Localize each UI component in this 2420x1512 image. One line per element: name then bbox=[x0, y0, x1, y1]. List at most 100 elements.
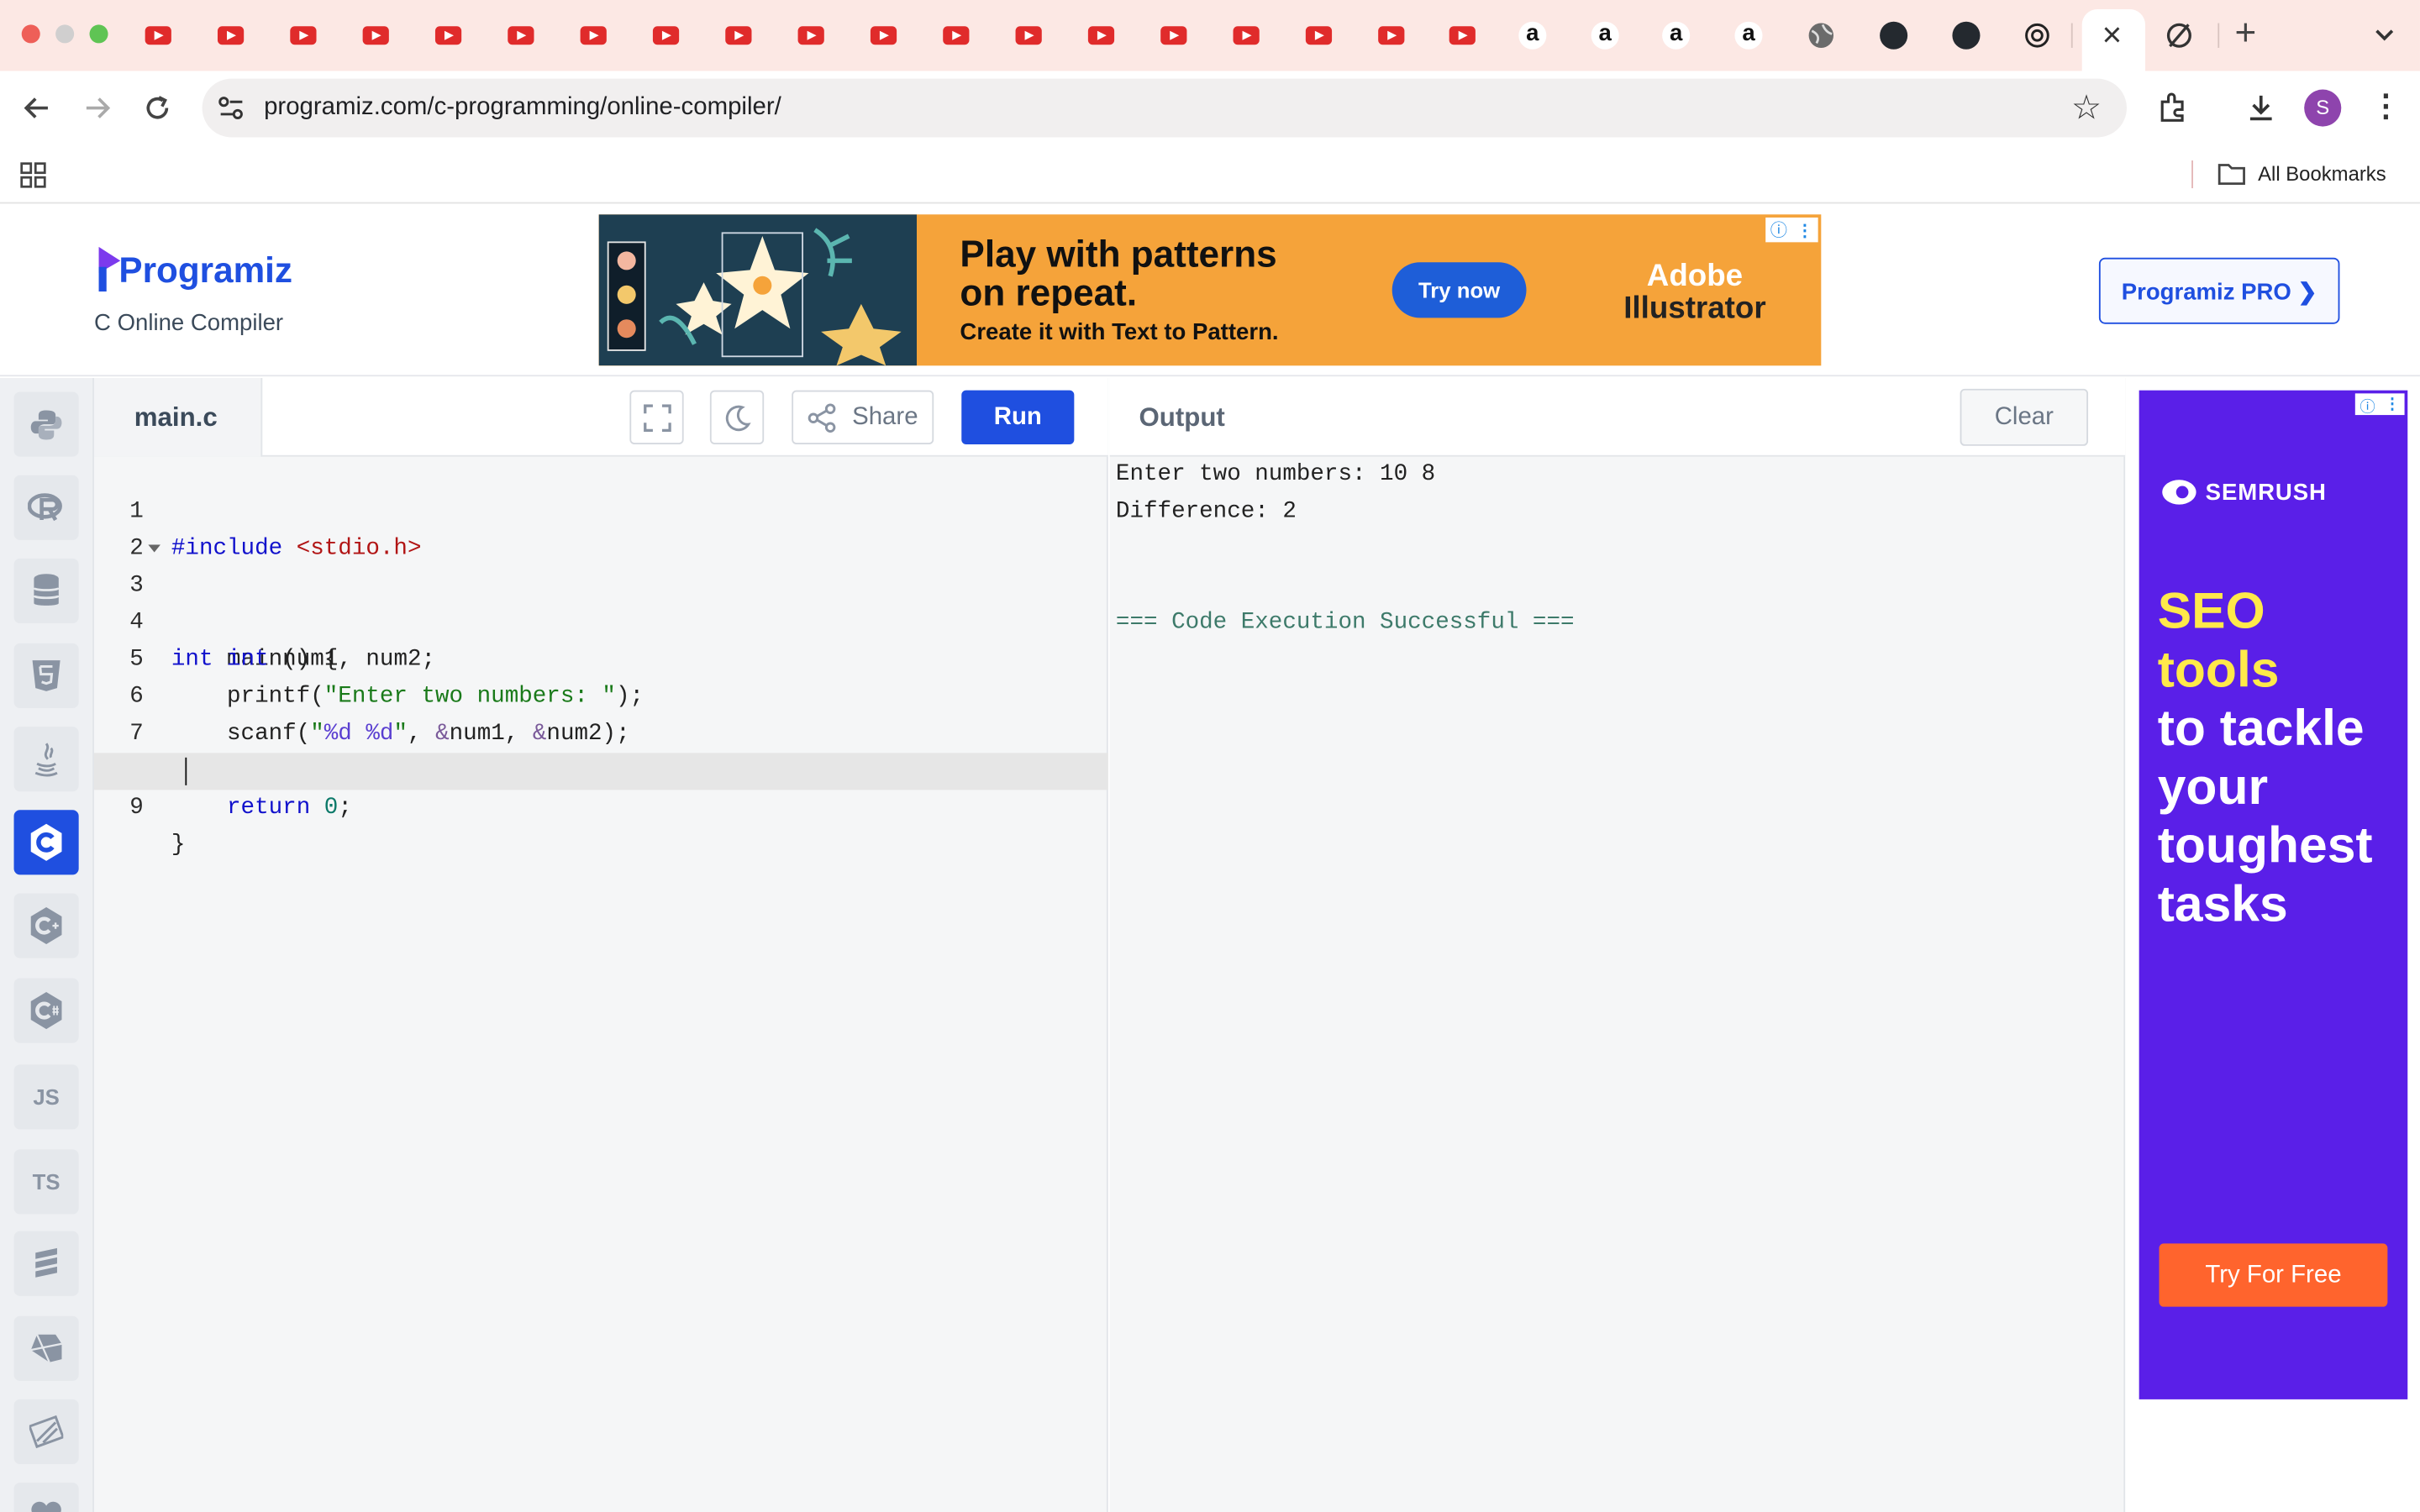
browser-tab-youtube[interactable] bbox=[413, 13, 481, 59]
language-php-button[interactable] bbox=[13, 1315, 79, 1381]
code-line[interactable]: 6 scanf("%d %d", &num1, &num2); bbox=[94, 642, 1108, 747]
browser-tab-github[interactable] bbox=[1933, 13, 2001, 59]
line-number: 9 bbox=[129, 794, 144, 822]
browser-tab-chatgpt[interactable] bbox=[2003, 13, 2071, 59]
back-arrow-icon[interactable] bbox=[22, 92, 53, 123]
browser-menu-icon[interactable]: ⋮ bbox=[2370, 87, 2402, 125]
dark-mode-toggle[interactable] bbox=[709, 390, 765, 444]
clear-button[interactable]: Clear bbox=[1960, 388, 2089, 446]
adobe-banner-ad[interactable]: Play with patterns on repeat. Create it … bbox=[598, 214, 1822, 366]
minimize-window-button[interactable] bbox=[55, 24, 75, 44]
fullscreen-button[interactable] bbox=[629, 390, 684, 444]
browser-tab-youtube[interactable] bbox=[631, 13, 699, 59]
forward-arrow-icon[interactable] bbox=[82, 92, 113, 123]
csharp-icon bbox=[30, 991, 62, 1030]
browser-tab-active[interactable]: × bbox=[2081, 9, 2146, 71]
code-line-active[interactable]: 9 } bbox=[94, 753, 1108, 858]
browser-tab-youtube[interactable] bbox=[704, 13, 772, 59]
apps-grid-icon[interactable] bbox=[20, 162, 46, 188]
language-typescript-button[interactable]: TS bbox=[13, 1149, 79, 1215]
tab-search-chevron-icon[interactable] bbox=[2372, 24, 2396, 46]
browser-tab-globe[interactable] bbox=[1787, 13, 1855, 59]
code-line[interactable]: 5 printf("Enter two numbers: "); bbox=[94, 605, 1108, 710]
close-window-button[interactable] bbox=[21, 24, 40, 44]
url-text[interactable]: programiz.com/c-programming/online-compi… bbox=[264, 94, 781, 122]
browser-tab-github[interactable] bbox=[1860, 13, 1928, 59]
language-java-button[interactable] bbox=[13, 727, 79, 792]
ad-choices[interactable]: ⓘ ⋮ bbox=[1765, 217, 1818, 243]
try-for-free-button[interactable]: Try For Free bbox=[2159, 1243, 2388, 1307]
new-tab-button[interactable]: + bbox=[2235, 13, 2257, 55]
ad-menu-icon[interactable]: ⋮ bbox=[2385, 396, 2400, 412]
browser-tab-youtube[interactable] bbox=[487, 13, 555, 59]
browser-tab-youtube[interactable] bbox=[269, 13, 337, 59]
browser-tab-youtube[interactable] bbox=[1428, 13, 1496, 59]
language-csharp-button[interactable] bbox=[13, 978, 79, 1043]
share-button[interactable]: Share bbox=[792, 390, 934, 444]
youtube-icon bbox=[1304, 26, 1332, 45]
ad-try-now-button[interactable]: Try now bbox=[1392, 262, 1527, 318]
all-bookmarks-button[interactable]: All Bookmarks bbox=[2217, 160, 2386, 185]
language-html-button[interactable] bbox=[13, 643, 79, 709]
browser-tab-amazon[interactable]: a bbox=[1715, 13, 1783, 59]
browser-tab-youtube[interactable] bbox=[341, 13, 409, 59]
browser-tab-youtube[interactable] bbox=[922, 13, 990, 59]
ad-info-icon[interactable]: ⓘ bbox=[2360, 392, 2375, 416]
ad-headline-line2: on repeat. bbox=[960, 273, 1138, 315]
browser-tab-youtube[interactable] bbox=[1284, 13, 1352, 59]
language-python-button[interactable] bbox=[13, 391, 79, 457]
bookmark-star-icon[interactable]: ☆ bbox=[2071, 88, 2102, 129]
code-line[interactable]: 3 int main() { bbox=[94, 531, 1108, 673]
globe-icon bbox=[1808, 23, 1833, 48]
language-c-button[interactable] bbox=[13, 810, 79, 875]
semrush-ad[interactable]: ⓘ ⋮ SEMRUSH SEO tools to tackle your tou… bbox=[2139, 390, 2408, 1399]
browser-tab-youtube[interactable] bbox=[849, 13, 917, 59]
language-swift-button[interactable] bbox=[13, 1399, 79, 1465]
amazon-icon: a bbox=[1591, 21, 1619, 50]
side-ad-line: tools bbox=[2157, 640, 2280, 698]
programiz-logo[interactable]: Programiz bbox=[97, 245, 292, 292]
language-rust-button[interactable] bbox=[13, 1483, 79, 1512]
ad-menu-icon[interactable]: ⋮ bbox=[1797, 220, 1813, 240]
download-icon[interactable] bbox=[2244, 91, 2278, 124]
language-sql-button[interactable] bbox=[13, 558, 79, 624]
browser-tab-amazon[interactable]: a bbox=[1642, 13, 1710, 59]
reload-icon[interactable] bbox=[142, 92, 173, 123]
browser-tab-youtube[interactable] bbox=[1212, 13, 1280, 59]
code-line[interactable]: 7 printf("Difference: %d\n", num1 - num2… bbox=[94, 679, 1108, 784]
close-tab-icon[interactable]: × bbox=[2102, 15, 2123, 55]
programiz-pro-button[interactable]: Programiz PRO ❯ bbox=[2098, 257, 2340, 324]
code-line[interactable]: 1 #include <stdio.h> bbox=[94, 457, 1108, 561]
run-button[interactable]: Run bbox=[961, 390, 1075, 444]
site-settings-icon[interactable] bbox=[218, 96, 245, 120]
fold-arrow-icon[interactable] bbox=[148, 544, 161, 554]
browser-tab-youtube[interactable] bbox=[124, 13, 192, 59]
browser-tab-amazon[interactable]: a bbox=[1498, 13, 1566, 59]
browser-tab-youtube[interactable] bbox=[1356, 13, 1424, 59]
language-r-button[interactable] bbox=[13, 475, 79, 540]
browser-tab-youtube[interactable] bbox=[776, 13, 844, 59]
extensions-icon[interactable] bbox=[2156, 91, 2190, 124]
language-go-button[interactable] bbox=[13, 1231, 79, 1296]
code-text: return 0; bbox=[227, 794, 352, 822]
profile-avatar[interactable]: S bbox=[2304, 89, 2342, 127]
browser-tab-amazon[interactable]: a bbox=[1571, 13, 1639, 59]
language-cpp-button[interactable] bbox=[13, 893, 79, 958]
browser-tab-disabled[interactable] bbox=[2145, 13, 2213, 59]
file-tab[interactable]: main.c bbox=[94, 377, 263, 457]
code-line[interactable]: 2 bbox=[94, 494, 1108, 561]
code-line[interactable]: 8 return 0; bbox=[94, 716, 1108, 821]
browser-tab-youtube[interactable] bbox=[1066, 13, 1134, 59]
all-bookmarks-label: All Bookmarks bbox=[2258, 160, 2386, 185]
ad-choices[interactable]: ⓘ ⋮ bbox=[2354, 392, 2405, 416]
browser-tab-youtube[interactable] bbox=[559, 13, 627, 59]
browser-tab-youtube[interactable] bbox=[994, 13, 1062, 59]
browser-tab-youtube[interactable] bbox=[196, 13, 264, 59]
language-javascript-button[interactable]: JS bbox=[13, 1064, 79, 1130]
ad-info-icon[interactable]: ⓘ bbox=[1770, 218, 1787, 242]
code-line[interactable]: 4 int num1, num2; bbox=[94, 568, 1108, 672]
browser-tab-youtube[interactable] bbox=[1139, 13, 1207, 59]
address-bar[interactable]: programiz.com/c-programming/online-compi… bbox=[202, 78, 2127, 138]
stack-icon bbox=[35, 1247, 57, 1278]
zoom-window-button[interactable] bbox=[89, 24, 108, 44]
